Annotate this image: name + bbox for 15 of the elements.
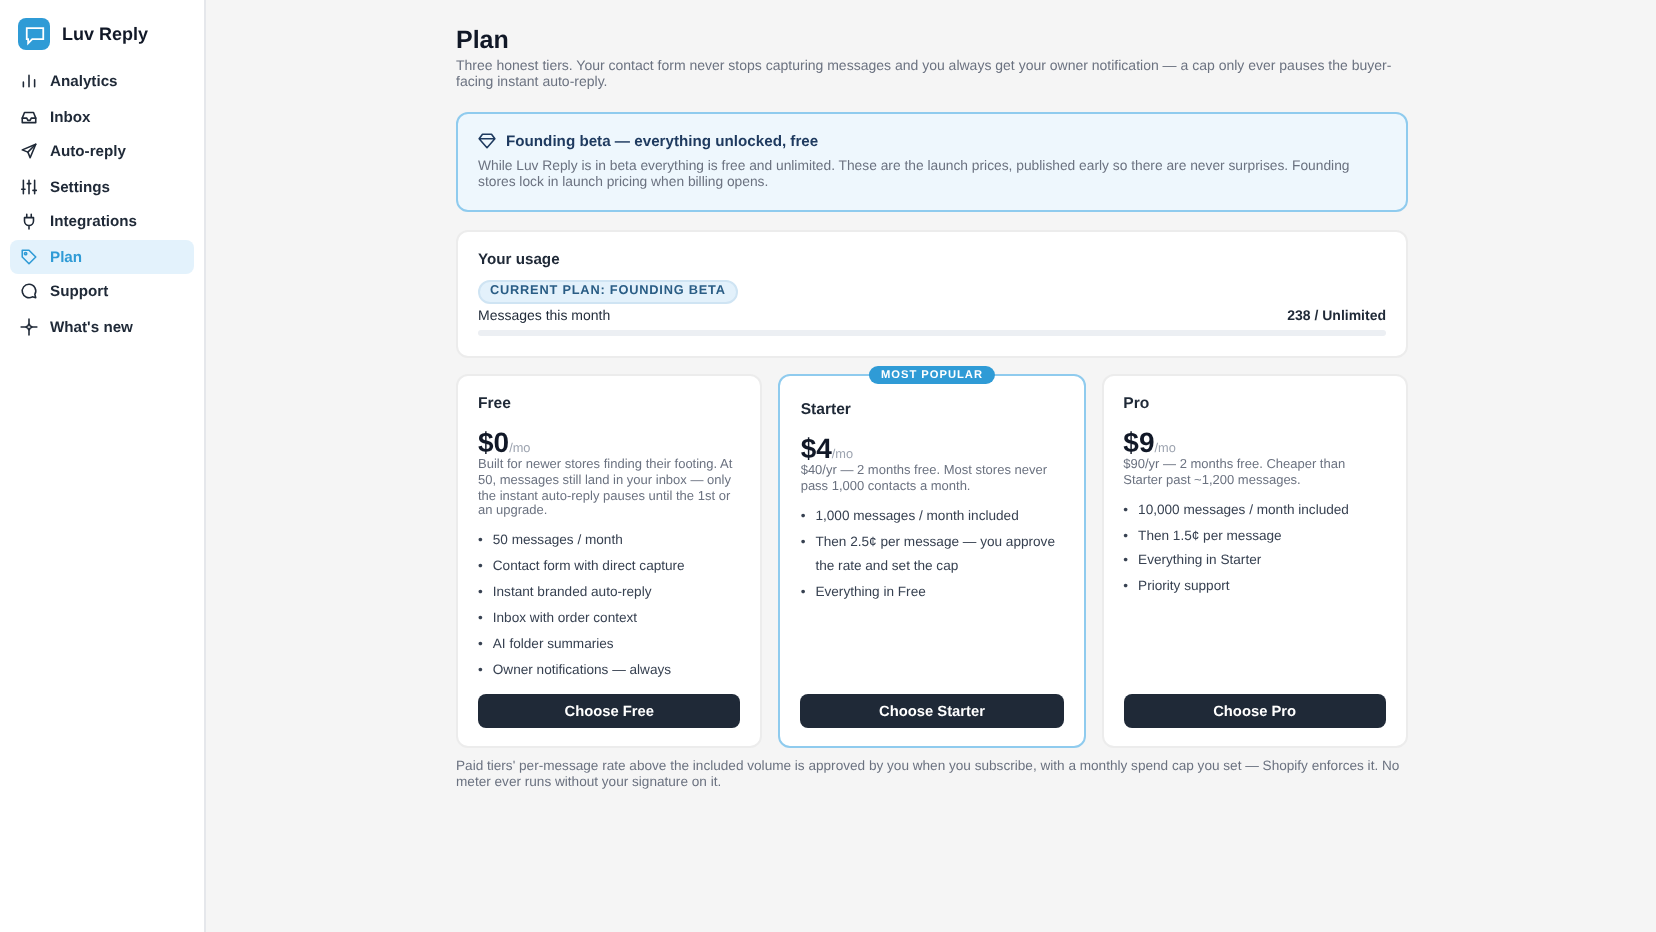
brand-name: Luv Reply	[62, 24, 149, 44]
plan-price: $0	[478, 426, 510, 459]
sparkle-icon	[20, 317, 38, 336]
chat-logo-icon	[18, 18, 50, 50]
inbox-icon	[20, 107, 38, 126]
tag-icon	[20, 247, 38, 266]
bar-chart-icon	[20, 72, 38, 91]
plug-icon	[20, 212, 38, 231]
gem-icon	[478, 131, 496, 150]
plan-price: $4	[800, 432, 832, 465]
chat-bubble-icon	[20, 282, 38, 301]
page-title: Plan	[456, 26, 511, 54]
plan-price: $9	[1123, 426, 1155, 459]
sliders-icon	[20, 177, 38, 196]
send-icon	[20, 142, 38, 161]
